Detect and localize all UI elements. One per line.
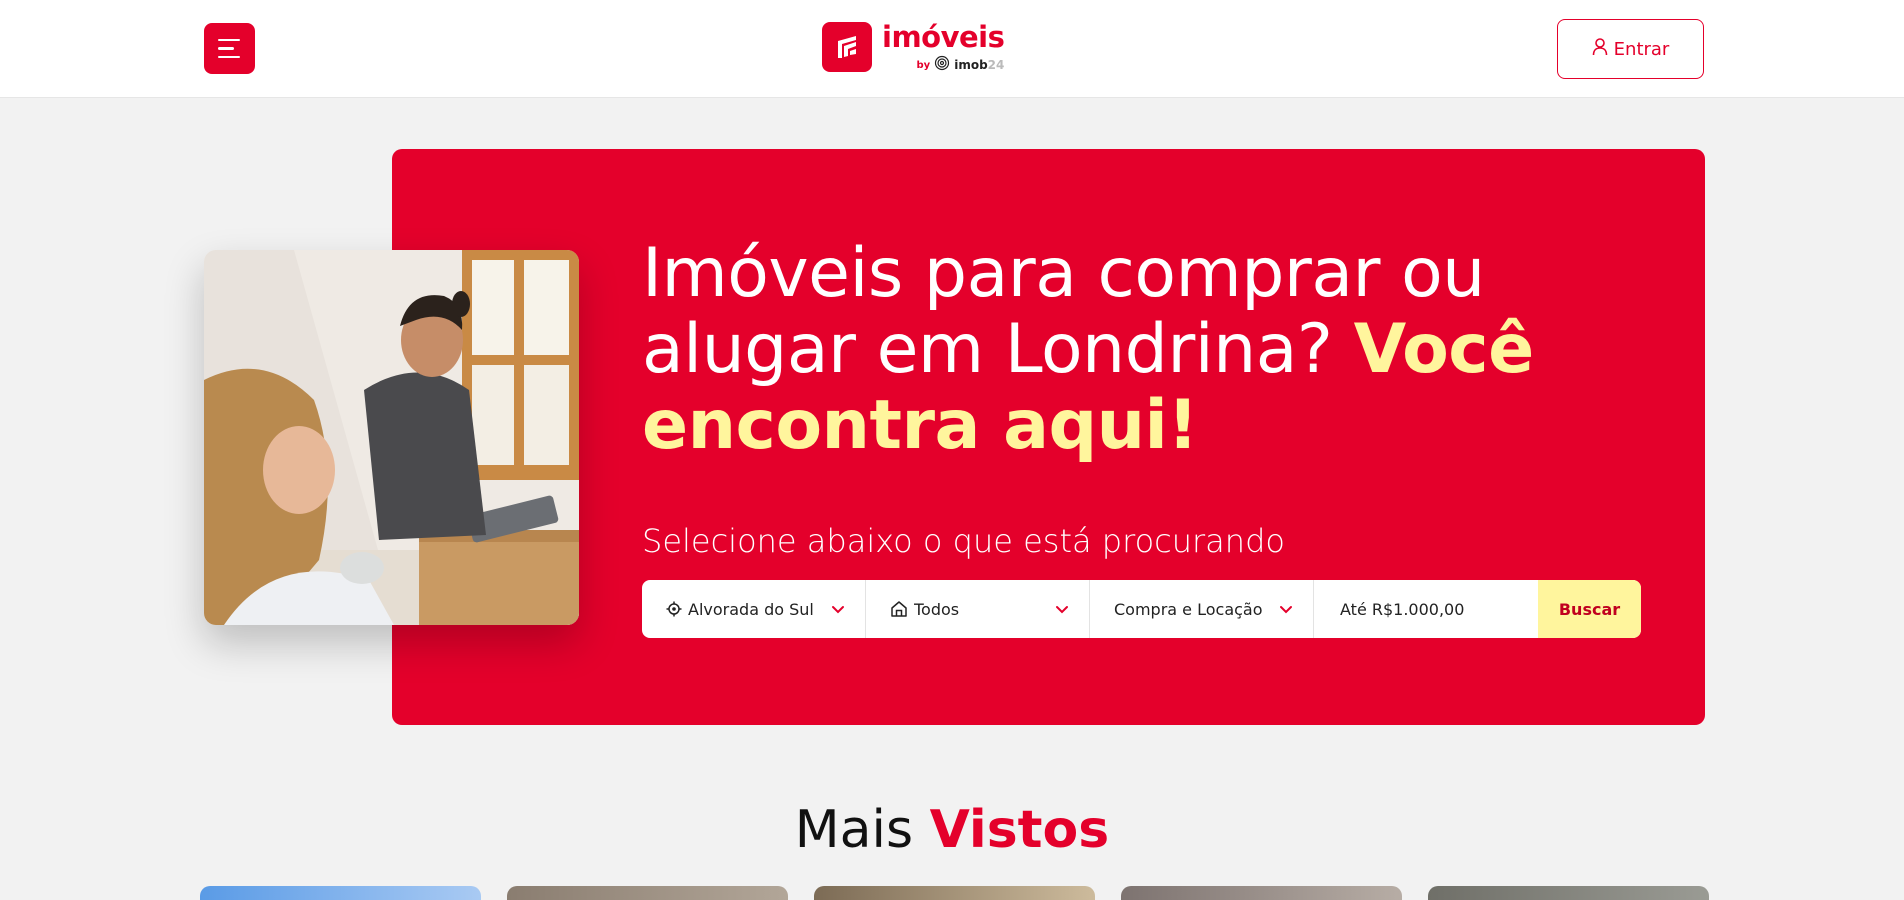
property-card[interactable]	[1428, 886, 1709, 900]
logo-mark-icon	[822, 22, 872, 72]
hero-title: Imóveis para comprar ou alugar em Londri…	[642, 236, 1602, 464]
user-icon	[1592, 37, 1608, 61]
property-card[interactable]	[507, 886, 788, 900]
property-card[interactable]	[814, 886, 1095, 900]
fingerprint-icon	[934, 55, 950, 75]
transaction-type-value: Compra e Locação	[1114, 599, 1263, 619]
site-logo[interactable]: imóveis by imob24	[822, 20, 1005, 75]
partner-logo-text: imob24	[954, 58, 1005, 72]
login-button[interactable]: Entrar	[1557, 19, 1704, 79]
max-price-input[interactable]: Até R$1.000,00	[1314, 580, 1538, 638]
chevron-down-icon	[1055, 605, 1069, 614]
hero-subtitle: Selecione abaixo o que está procurando	[642, 522, 1285, 560]
max-price-value: Até R$1.000,00	[1340, 599, 1465, 619]
hero-photo	[204, 250, 579, 625]
login-label: Entrar	[1613, 38, 1670, 60]
chevron-down-icon	[831, 605, 845, 614]
property-type-value: Todos	[914, 599, 960, 619]
search-button[interactable]: Buscar	[1538, 580, 1641, 638]
hamburger-menu-icon[interactable]	[204, 23, 255, 74]
location-select[interactable]: Alvorada do Sul	[642, 580, 866, 638]
location-target-icon	[666, 601, 682, 617]
property-card[interactable]	[1121, 886, 1402, 900]
chevron-down-icon	[1279, 605, 1293, 614]
logo-wordmark: imóveis	[882, 20, 1005, 54]
house-icon	[890, 600, 908, 618]
property-card[interactable]	[200, 886, 481, 900]
most-viewed-title-plain: Mais	[794, 800, 914, 860]
location-value: Alvorada do Sul	[688, 599, 814, 619]
transaction-type-select[interactable]: Compra e Locação	[1090, 580, 1314, 638]
property-type-select[interactable]: Todos	[866, 580, 1090, 638]
site-header: imóveis by imob24 Entrar	[0, 0, 1904, 98]
most-viewed-title: Mais Vistos	[0, 800, 1904, 860]
most-viewed-title-highlight: Vistos	[929, 800, 1110, 860]
property-search-bar: Alvorada do Sul Todos Compra e Locação A…	[642, 580, 1641, 638]
logo-by-text: by	[916, 59, 931, 71]
